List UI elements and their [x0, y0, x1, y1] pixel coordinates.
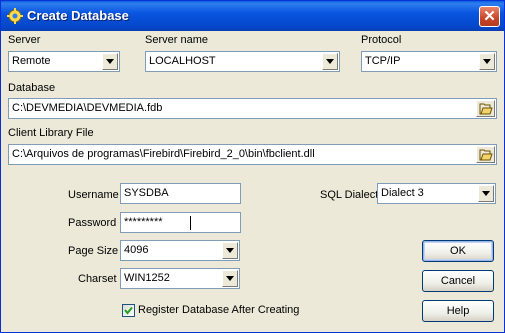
- database-path-input[interactable]: C:\DEVMEDIA\DEVMEDIA.fdb: [8, 98, 497, 119]
- dialog-title: Create Database: [27, 8, 129, 23]
- title-bar[interactable]: Create Database ✕: [1, 1, 504, 31]
- page-size-value: 4096: [124, 244, 149, 256]
- charset-value: WIN1252: [124, 272, 170, 284]
- server-dropdown-button[interactable]: [102, 53, 118, 70]
- client-library-label: Client Library File: [8, 127, 94, 139]
- register-database-label[interactable]: Register Database After Creating: [138, 304, 299, 316]
- username-value: SYSDBA: [124, 187, 169, 199]
- server-label: Server: [8, 34, 41, 46]
- server-name-dropdown-button[interactable]: [322, 53, 338, 70]
- text-caret: [190, 216, 191, 230]
- page-size-label: Page Size: [68, 245, 119, 257]
- chevron-down-icon: [326, 59, 334, 64]
- database-gear-icon: [7, 8, 23, 24]
- help-button[interactable]: Help: [422, 300, 494, 322]
- password-value: *********: [124, 216, 163, 228]
- chevron-down-icon: [482, 191, 490, 196]
- close-icon: ✕: [483, 8, 496, 25]
- sql-dialect-value: Dialect 3: [381, 187, 424, 199]
- sql-dialect-dropdown-button[interactable]: [478, 185, 494, 202]
- chevron-down-icon: [483, 59, 491, 64]
- chevron-down-icon: [226, 248, 234, 253]
- charset-select[interactable]: WIN1252: [120, 268, 240, 289]
- charset-dropdown-button[interactable]: [222, 270, 238, 287]
- open-folder-icon: [479, 149, 493, 161]
- checkmark-icon: [124, 306, 133, 315]
- server-select[interactable]: Remote: [8, 51, 120, 72]
- password-input[interactable]: *********: [120, 212, 241, 233]
- protocol-value: TCP/IP: [365, 55, 401, 67]
- database-label: Database: [8, 82, 56, 94]
- password-label: Password: [68, 217, 117, 229]
- database-path-value: C:\DEVMEDIA\DEVMEDIA.fdb: [12, 102, 163, 114]
- database-browse-button[interactable]: [476, 100, 495, 117]
- protocol-dropdown-button[interactable]: [479, 53, 495, 70]
- page-size-dropdown-button[interactable]: [222, 242, 238, 259]
- username-label: Username: [68, 189, 119, 201]
- server-name-select[interactable]: LOCALHOST: [145, 51, 340, 72]
- chevron-down-icon: [106, 59, 114, 64]
- username-input[interactable]: SYSDBA: [120, 183, 241, 204]
- server-value: Remote: [12, 55, 51, 67]
- charset-label: Charset: [78, 273, 117, 285]
- register-database-checkbox[interactable]: [122, 304, 135, 317]
- sql-dialect-label: SQL Dialect: [320, 189, 379, 201]
- page-size-select[interactable]: 4096: [120, 240, 240, 261]
- client-library-path-input[interactable]: C:\Arquivos de programas\Firebird\Firebi…: [8, 144, 497, 165]
- client-library-path-value: C:\Arquivos de programas\Firebird\Firebi…: [12, 148, 315, 160]
- chevron-down-icon: [226, 276, 234, 281]
- close-button[interactable]: ✕: [479, 6, 500, 27]
- protocol-label: Protocol: [361, 34, 402, 46]
- open-folder-icon: [479, 103, 493, 115]
- protocol-select[interactable]: TCP/IP: [361, 51, 497, 72]
- cancel-button[interactable]: Cancel: [422, 270, 494, 292]
- sql-dialect-select[interactable]: Dialect 3: [377, 183, 496, 204]
- server-name-label: Server name: [145, 34, 208, 46]
- create-database-dialog: Create Database ✕ Server Server name Pro…: [0, 0, 505, 333]
- server-name-value: LOCALHOST: [149, 55, 216, 67]
- ok-button[interactable]: OK: [422, 240, 494, 262]
- client-library-browse-button[interactable]: [476, 146, 495, 163]
